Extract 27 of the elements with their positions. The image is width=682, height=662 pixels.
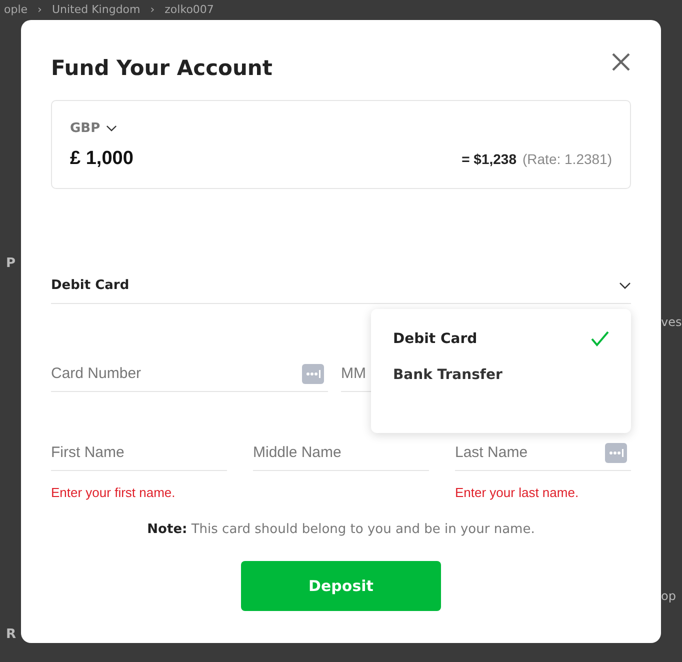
close-button[interactable] <box>611 52 631 72</box>
menu-option[interactable]: Debit Card <box>393 331 609 347</box>
chevron-down-icon <box>619 282 631 290</box>
autofill-icon[interactable] <box>605 443 627 463</box>
modal-title: Fund Your Account <box>51 56 272 80</box>
chevron-icon: › <box>150 3 155 20</box>
autofill-icon[interactable] <box>302 364 324 384</box>
chevron-icon: › <box>38 3 42 20</box>
exchange-rate: (Rate: 1.2381) <box>522 151 612 167</box>
payment-method-select[interactable]: Debit Card <box>51 278 631 304</box>
chevron-down-icon <box>106 125 118 132</box>
background-text: ves <box>661 314 682 330</box>
currency-select[interactable]: GBP <box>70 121 612 136</box>
background-text: P <box>5 256 17 272</box>
breadcrumb-link[interactable]: United Kingdom <box>52 3 140 20</box>
amount-value: £ 1,000 <box>70 148 134 170</box>
breadcrumb-link[interactable]: zolko007 <box>164 3 214 20</box>
error-message: Enter your first name. <box>51 485 176 500</box>
check-icon <box>591 331 609 347</box>
background-text: op <box>661 588 677 604</box>
menu-option[interactable]: Bank Transfer <box>393 367 609 383</box>
error-message: Enter your last name. <box>455 485 580 500</box>
note-text: Note: This card should belong to you and be in your name. <box>146 522 536 537</box>
deposit-button[interactable]: Deposit <box>241 561 441 611</box>
converted-amount: = $1,238 <box>462 151 516 167</box>
breadcrumb-link[interactable]: ople <box>4 3 28 20</box>
background-text: R <box>5 627 18 643</box>
